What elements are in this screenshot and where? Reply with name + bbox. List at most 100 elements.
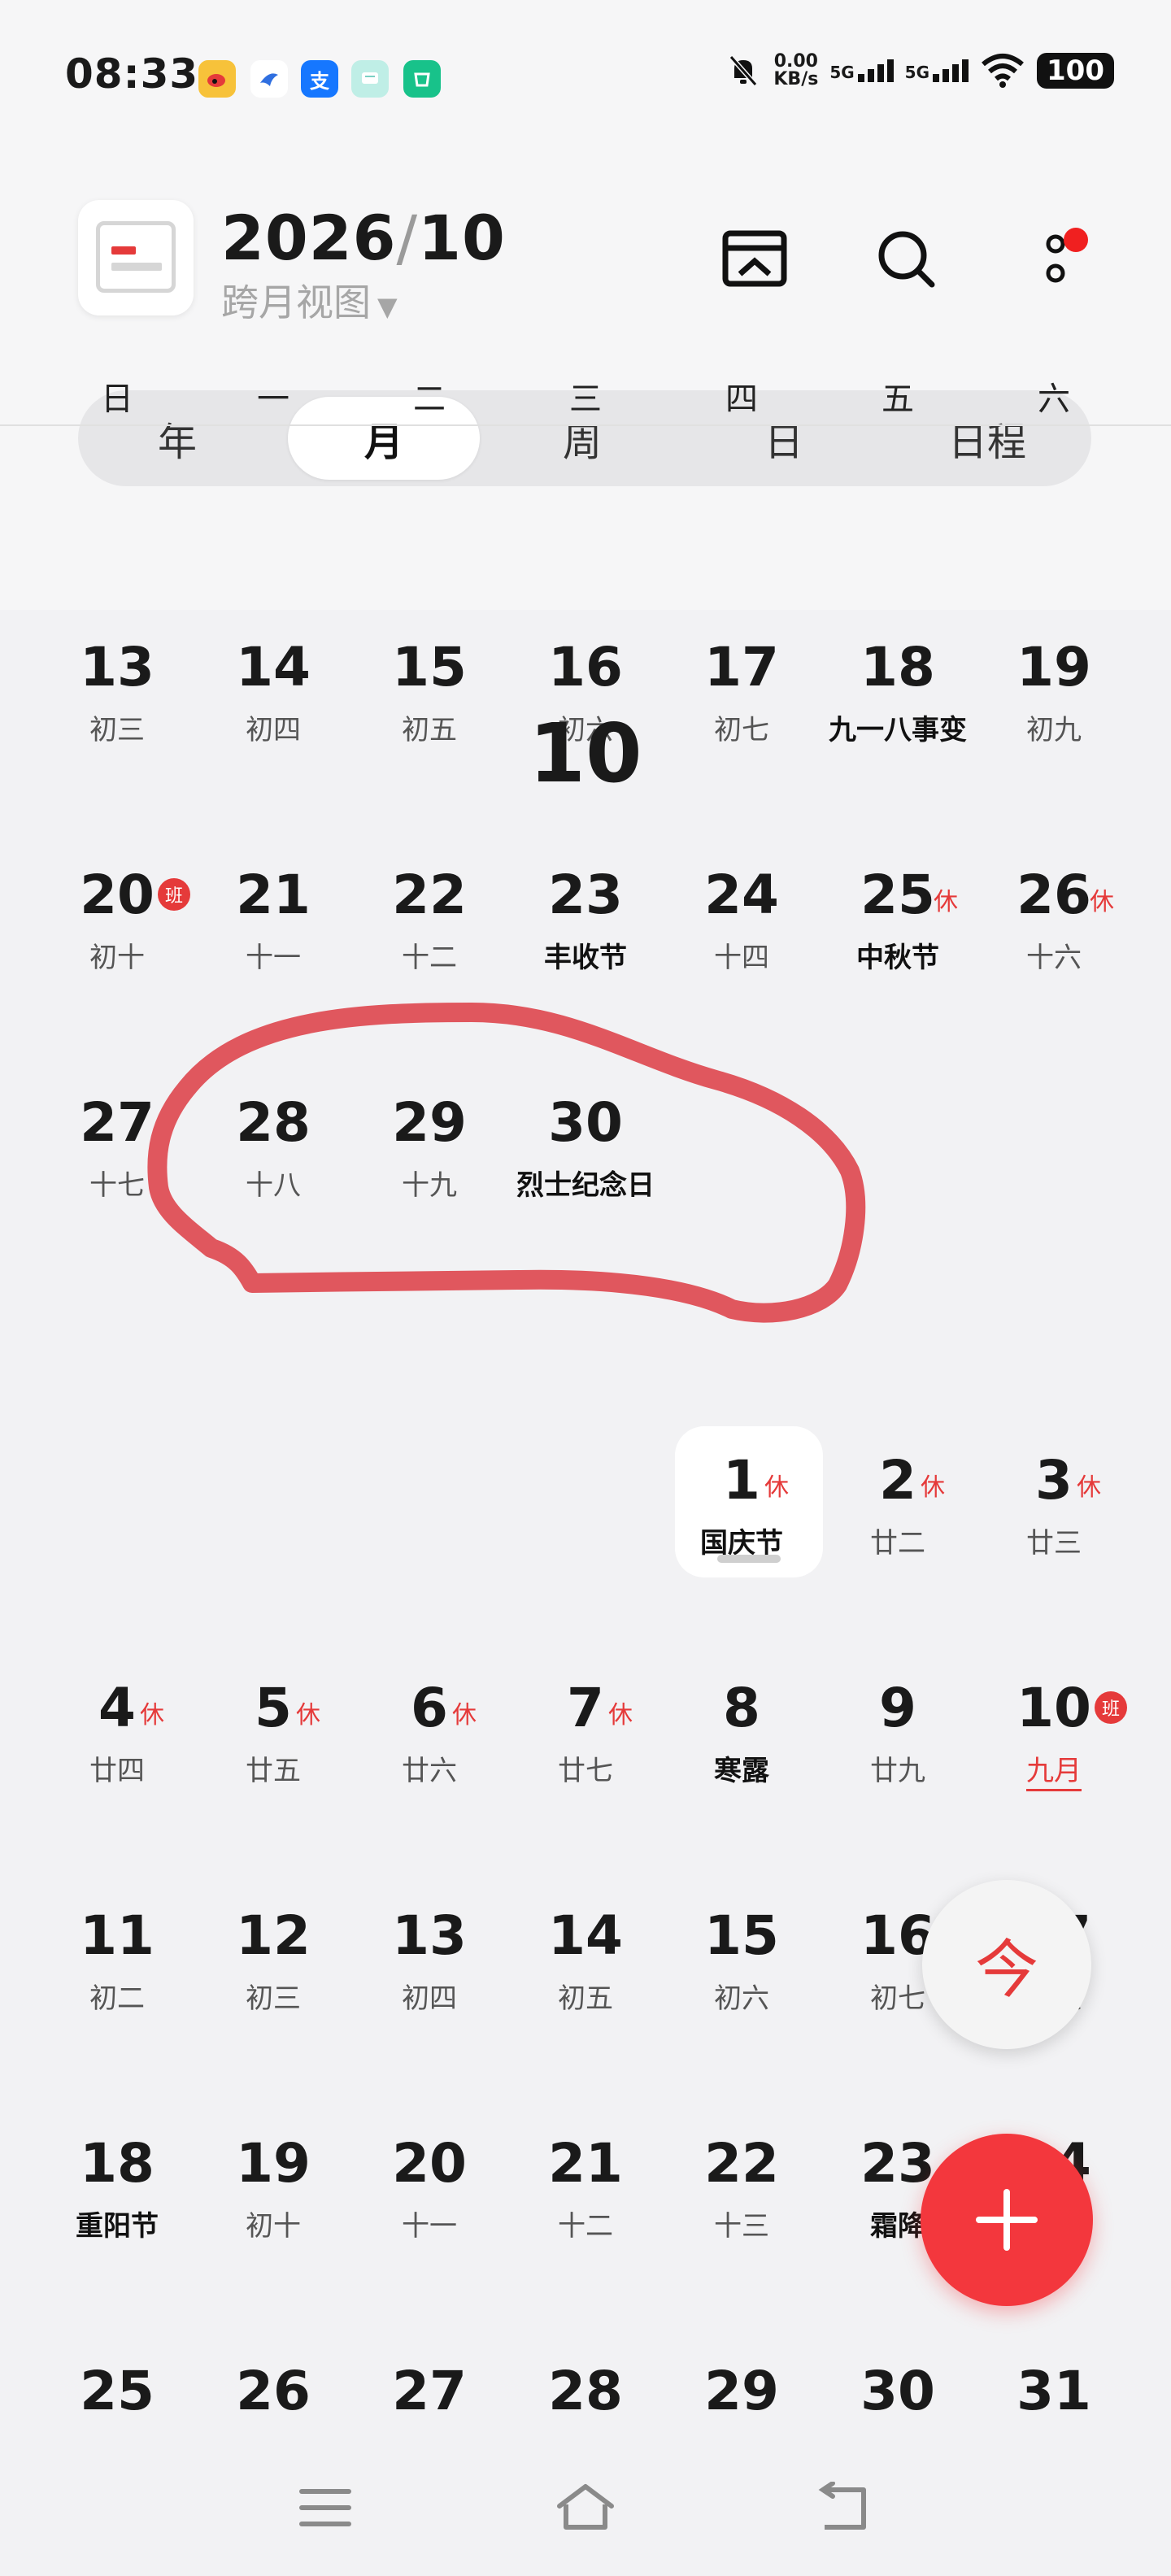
day-number: 27 <box>80 1091 155 1154</box>
sim1-label: 5G <box>829 63 855 82</box>
inbox-icon[interactable] <box>716 220 794 298</box>
lunar-date: 初十 <box>195 2204 351 2243</box>
day-number: 30 <box>860 2360 935 2422</box>
day-cell[interactable]: 11 初二 <box>39 1873 195 2069</box>
workday-badge: 班 <box>1095 1691 1127 1724</box>
holiday-badge: 休 <box>1090 888 1114 916</box>
menu-icon <box>299 2489 351 2526</box>
home-icon <box>557 2484 614 2530</box>
notification-dot <box>1064 228 1088 252</box>
month-title[interactable]: 2026/10 <box>221 202 506 274</box>
day-cell[interactable]: 29 十九 <box>351 1060 507 1255</box>
month-label: 10 <box>529 706 642 801</box>
lunar-date: 十七 <box>39 1163 195 1203</box>
day-cell[interactable]: 10 九月班 <box>976 1646 1132 1841</box>
lunar-date: 十二 <box>507 2204 664 2243</box>
back-nav-button[interactable] <box>805 2475 886 2540</box>
day-number: 13 <box>80 636 155 698</box>
day-cell[interactable]: 20 十一 <box>351 2101 507 2296</box>
status-time: 08:33 <box>65 50 199 98</box>
lunar-date-text: 廿九 <box>870 1755 925 1787</box>
day-number: 15 <box>704 1904 779 1967</box>
lunar-date-text: 重阳节 <box>76 2210 159 2243</box>
today-indicator-bar <box>717 1555 781 1563</box>
lunar-date-text: 初六 <box>714 1982 769 2015</box>
day-number: 8 <box>723 1677 760 1739</box>
holiday-badge: 休 <box>921 1473 945 1502</box>
day-cell[interactable]: 6 廿六 休 <box>351 1646 507 1841</box>
day-number: 24 <box>704 864 779 926</box>
lunar-date-text: 初十 <box>246 2210 301 2243</box>
signal-sim2: 5G <box>905 59 969 82</box>
lunar-date-text: 廿七 <box>558 1755 613 1787</box>
day-cell[interactable]: 21 十一 <box>195 833 351 1028</box>
day-number: 13 <box>392 1904 467 1967</box>
day-number: 18 <box>860 636 935 698</box>
day-number: 9 <box>879 1677 916 1739</box>
day-cell[interactable]: 22 十二 <box>351 833 507 1028</box>
day-number: 30 <box>548 1091 623 1154</box>
day-number: 19 <box>236 2132 311 2195</box>
day-cell[interactable]: 2 廿二 休 <box>820 1418 976 1613</box>
day-number: 7 <box>567 1677 604 1739</box>
day-cell[interactable]: 5 廿五 休 <box>195 1646 351 1841</box>
lunar-date-text: 中秋节 <box>856 942 939 974</box>
lunar-date: 廿五 <box>195 1748 351 1788</box>
day-cell[interactable]: 20 初十班 <box>39 833 195 1028</box>
lunar-date: 烈士纪念日 <box>507 1163 664 1203</box>
lunar-date: 廿四 <box>39 1748 195 1788</box>
title-separator: / <box>396 202 419 274</box>
day-cell[interactable]: 18 重阳节 <box>39 2101 195 2296</box>
day-cell[interactable]: 14 初五 <box>507 1873 664 2069</box>
holiday-badge: 休 <box>608 1701 633 1730</box>
view-mode-dropdown[interactable]: 跨月视图 ▼ <box>221 273 398 327</box>
day-cell[interactable]: 9 廿九 <box>820 1646 976 1841</box>
lunar-date-text: 廿三 <box>1026 1527 1082 1560</box>
holiday-badge: 休 <box>452 1701 477 1730</box>
search-icon[interactable] <box>867 220 945 298</box>
day-cell[interactable]: 25 中秋节休 <box>820 833 976 1028</box>
calendar-app-logo[interactable] <box>78 200 194 315</box>
lunar-date: 十一 <box>195 935 351 975</box>
day-cell[interactable]: 24 十四 <box>664 833 820 1028</box>
lunar-date-text: 霜降 <box>870 2210 925 2243</box>
more-options-icon[interactable] <box>1016 220 1095 298</box>
day-cell-today[interactable]: 1 国庆节休 <box>664 1418 823 1613</box>
add-event-button[interactable] <box>921 2134 1093 2306</box>
network-speed-unit: KB/s <box>773 69 819 89</box>
day-cell[interactable]: 7 廿七 休 <box>507 1646 664 1841</box>
network-speed-value: 0.00 <box>773 51 818 72</box>
day-number: 19 <box>1016 636 1091 698</box>
day-cell[interactable]: 30 烈士纪念日 <box>507 1060 664 1255</box>
day-cell[interactable]: 12 初三 <box>195 1873 351 2069</box>
mi-home-icon <box>403 60 441 98</box>
day-number: 14 <box>548 1904 623 1967</box>
lunar-date-text: 丰收节 <box>544 942 627 974</box>
day-cell[interactable]: 28 十八 <box>195 1060 351 1255</box>
day-cell[interactable]: 22 十三 <box>664 2101 820 2296</box>
day-cell[interactable]: 26 十六休 <box>976 833 1132 1028</box>
lunar-date: 十四 <box>664 935 820 975</box>
menu-nav-button[interactable] <box>285 2475 366 2540</box>
lunar-date: 廿九 <box>820 1748 976 1788</box>
day-cell[interactable]: 19 初十 <box>195 2101 351 2296</box>
holiday-badge: 休 <box>764 1473 789 1502</box>
weekday-label: 一 <box>257 381 289 418</box>
workday-badge: 班 <box>158 878 190 911</box>
go-to-today-button[interactable]: 今 <box>922 1880 1091 2049</box>
day-cell[interactable]: 15 初六 <box>664 1873 820 2069</box>
lunar-date-text: 廿六 <box>402 1755 457 1787</box>
home-nav-button[interactable] <box>545 2475 626 2540</box>
day-cell[interactable]: 21 十二 <box>507 2101 664 2296</box>
lunar-date: 廿二 <box>820 1521 976 1560</box>
mute-bell-icon <box>729 55 758 86</box>
day-cell[interactable]: 8 寒露 <box>664 1646 820 1841</box>
day-number: 14 <box>236 636 311 698</box>
weekday-label: 日 <box>101 381 133 418</box>
day-cell[interactable]: 4 廿四 休 <box>39 1646 195 1841</box>
day-cell[interactable]: 27 十七 <box>39 1060 195 1255</box>
day-cell[interactable]: 3 廿三 休 <box>976 1418 1132 1613</box>
day-cell[interactable]: 13 初四 <box>351 1873 507 2069</box>
back-icon <box>818 2482 866 2530</box>
day-cell[interactable]: 23 丰收节 <box>507 833 664 1028</box>
